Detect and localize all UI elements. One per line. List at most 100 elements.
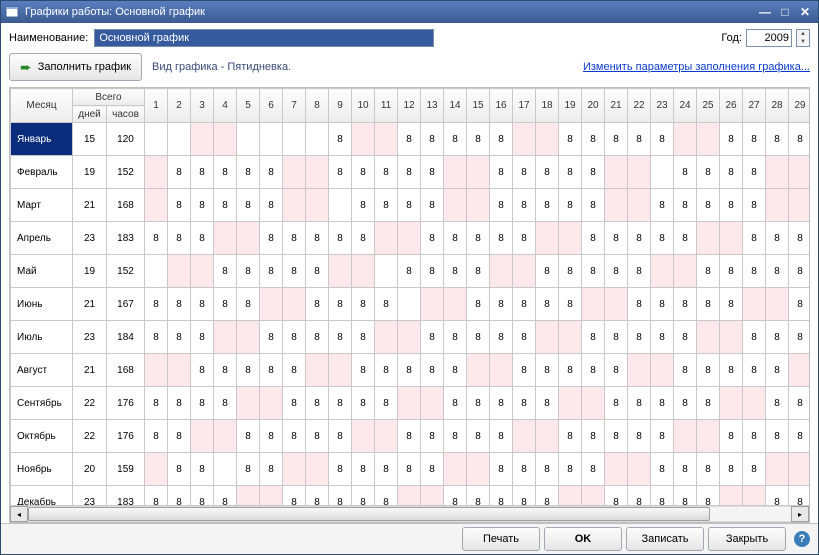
day-cell[interactable]: 8 xyxy=(168,288,191,321)
day-cell[interactable]: 8 xyxy=(628,420,651,453)
day-cell[interactable] xyxy=(766,189,789,222)
day-cell[interactable]: 8 xyxy=(720,354,743,387)
day-cell[interactable]: 8 xyxy=(651,222,674,255)
day-cell[interactable]: 8 xyxy=(398,156,421,189)
day-cell[interactable] xyxy=(789,189,809,222)
day-cell[interactable]: 8 xyxy=(352,222,375,255)
day-cell[interactable]: 8 xyxy=(766,255,789,288)
day-cell[interactable]: 8 xyxy=(191,189,214,222)
day-cell[interactable]: 8 xyxy=(352,156,375,189)
day-cell[interactable]: 8 xyxy=(421,255,444,288)
day-cell[interactable]: 8 xyxy=(329,123,352,156)
day-cell[interactable]: 8 xyxy=(513,189,536,222)
day-cell[interactable]: 8 xyxy=(191,321,214,354)
day-cell[interactable]: 8 xyxy=(697,156,720,189)
day-cell[interactable]: 8 xyxy=(444,354,467,387)
header-day-19[interactable]: 19 xyxy=(559,89,582,123)
day-cell[interactable] xyxy=(674,123,697,156)
day-cell[interactable]: 8 xyxy=(490,123,513,156)
day-cell[interactable]: 8 xyxy=(697,486,720,506)
day-cell[interactable]: 8 xyxy=(306,222,329,255)
day-cell[interactable]: 8 xyxy=(536,354,559,387)
day-cell[interactable]: 8 xyxy=(490,387,513,420)
day-cell[interactable]: 8 xyxy=(513,321,536,354)
day-cell[interactable]: 8 xyxy=(444,321,467,354)
day-cell[interactable] xyxy=(559,486,582,506)
day-cell[interactable]: 8 xyxy=(674,321,697,354)
day-cell[interactable]: 8 xyxy=(513,288,536,321)
day-cell[interactable] xyxy=(697,123,720,156)
day-cell[interactable]: 8 xyxy=(766,387,789,420)
day-cell[interactable] xyxy=(467,354,490,387)
header-day-25[interactable]: 25 xyxy=(697,89,720,123)
day-cell[interactable]: 8 xyxy=(789,486,809,506)
day-cell[interactable] xyxy=(766,156,789,189)
day-cell[interactable] xyxy=(490,255,513,288)
day-cell[interactable]: 8 xyxy=(168,222,191,255)
day-cell[interactable] xyxy=(743,387,766,420)
day-cell[interactable]: 8 xyxy=(605,255,628,288)
day-cell[interactable] xyxy=(444,156,467,189)
day-cell[interactable] xyxy=(720,321,743,354)
day-cell[interactable]: 8 xyxy=(766,354,789,387)
day-cell[interactable] xyxy=(582,387,605,420)
day-cell[interactable] xyxy=(398,288,421,321)
day-cell[interactable] xyxy=(237,123,260,156)
day-cell[interactable]: 8 xyxy=(237,156,260,189)
day-cell[interactable]: 8 xyxy=(513,354,536,387)
day-cell[interactable] xyxy=(513,255,536,288)
header-day-22[interactable]: 22 xyxy=(628,89,651,123)
header-day-28[interactable]: 28 xyxy=(766,89,789,123)
day-cell[interactable]: 8 xyxy=(651,288,674,321)
day-cell[interactable]: 8 xyxy=(674,354,697,387)
day-cell[interactable]: 8 xyxy=(582,354,605,387)
day-cell[interactable]: 8 xyxy=(375,354,398,387)
day-cell[interactable] xyxy=(444,189,467,222)
maximize-button[interactable]: □ xyxy=(776,5,794,19)
day-cell[interactable] xyxy=(605,156,628,189)
day-cell[interactable]: 8 xyxy=(306,486,329,506)
hours-cell[interactable]: 176 xyxy=(107,387,145,420)
day-cell[interactable]: 8 xyxy=(720,288,743,321)
day-cell[interactable]: 8 xyxy=(214,486,237,506)
day-cell[interactable]: 8 xyxy=(720,189,743,222)
header-day-14[interactable]: 14 xyxy=(444,89,467,123)
day-cell[interactable]: 8 xyxy=(513,453,536,486)
day-cell[interactable]: 8 xyxy=(352,288,375,321)
day-cell[interactable]: 8 xyxy=(536,255,559,288)
change-params-link[interactable]: Изменить параметры заполнения графика... xyxy=(583,61,810,74)
day-cell[interactable] xyxy=(398,321,421,354)
day-cell[interactable]: 8 xyxy=(444,486,467,506)
header-day-4[interactable]: 4 xyxy=(214,89,237,123)
header-day-8[interactable]: 8 xyxy=(306,89,329,123)
day-cell[interactable]: 8 xyxy=(352,387,375,420)
day-cell[interactable]: 8 xyxy=(444,123,467,156)
day-cell[interactable] xyxy=(260,387,283,420)
day-cell[interactable] xyxy=(306,123,329,156)
header-day-7[interactable]: 7 xyxy=(283,89,306,123)
day-cell[interactable]: 8 xyxy=(421,420,444,453)
header-day-17[interactable]: 17 xyxy=(513,89,536,123)
hours-cell[interactable]: 183 xyxy=(107,486,145,506)
day-cell[interactable]: 8 xyxy=(375,486,398,506)
day-cell[interactable]: 8 xyxy=(214,387,237,420)
header-day-20[interactable]: 20 xyxy=(582,89,605,123)
day-cell[interactable]: 8 xyxy=(697,255,720,288)
day-cell[interactable] xyxy=(743,486,766,506)
month-cell[interactable]: Октябрь xyxy=(11,420,73,453)
day-cell[interactable] xyxy=(306,189,329,222)
hours-cell[interactable]: 176 xyxy=(107,420,145,453)
month-cell[interactable]: Февраль xyxy=(11,156,73,189)
day-cell[interactable] xyxy=(283,156,306,189)
day-cell[interactable] xyxy=(260,288,283,321)
day-cell[interactable]: 8 xyxy=(743,189,766,222)
day-cell[interactable]: 8 xyxy=(582,189,605,222)
day-cell[interactable]: 8 xyxy=(743,420,766,453)
month-cell[interactable]: Апрель xyxy=(11,222,73,255)
day-cell[interactable]: 8 xyxy=(674,486,697,506)
day-cell[interactable] xyxy=(536,123,559,156)
day-cell[interactable] xyxy=(398,387,421,420)
day-cell[interactable]: 8 xyxy=(283,255,306,288)
day-cell[interactable]: 8 xyxy=(628,123,651,156)
scroll-left-button[interactable]: ◂ xyxy=(10,506,28,522)
